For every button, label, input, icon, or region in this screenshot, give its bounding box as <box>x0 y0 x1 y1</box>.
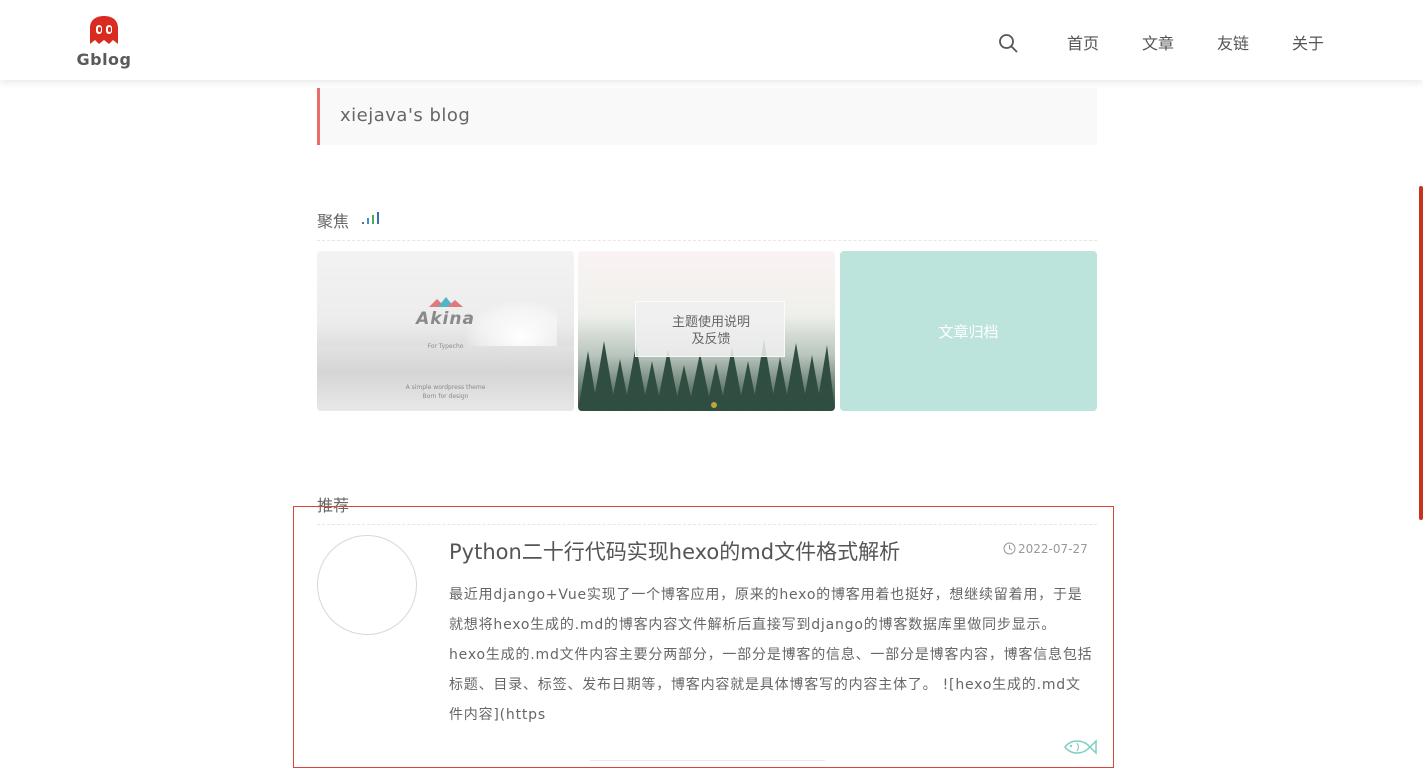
akina-footer-line2: Born for design <box>422 393 469 400</box>
theme-guide-label-line2: 及反馈 <box>691 332 731 347</box>
post-excerpt: 最近用django+Vue实现了一个博客应用，原来的hexo的博客用着也挺好，想… <box>449 587 1093 723</box>
site-description: xiejava's blog <box>340 105 471 126</box>
post-title[interactable]: Python二十行代码实现hexo的md文件格式解析 <box>449 536 900 566</box>
ghost-logo-icon <box>90 16 118 44</box>
nav-home[interactable]: 首页 <box>1067 30 1099 54</box>
nav-articles[interactable]: 文章 <box>1142 30 1174 54</box>
focus-section-header: 聚焦 <box>317 206 1097 241</box>
post-date-text: 2022-07-27 <box>1018 542 1088 556</box>
theme-guide-label-line1: 主题使用说明 <box>671 315 750 330</box>
post-thumbnail[interactable] <box>317 535 417 635</box>
nav-about[interactable]: 关于 <box>1292 30 1324 54</box>
nav-friend-links[interactable]: 友链 <box>1217 30 1249 54</box>
fish-icon[interactable] <box>1063 737 1097 757</box>
theme-guide-card[interactable]: 主题使用说明 及反馈 <box>578 251 835 411</box>
clock-icon <box>1003 542 1016 555</box>
post-date: 2022-07-27 <box>1003 542 1088 556</box>
akina-footer: A simple wordpress theme Born for design <box>317 383 574 401</box>
akina-card[interactable]: Akina For Typecho A simple wordpress the… <box>317 251 574 411</box>
akina-subtitle: For Typecho <box>427 343 464 350</box>
theme-guide-label-box: 主题使用说明 及反馈 <box>635 301 785 357</box>
site-logo[interactable]: Gblog <box>76 12 132 72</box>
archive-card-label: 文章归档 <box>938 323 999 341</box>
site-description-bar: xiejava's blog <box>317 88 1097 145</box>
focus-section-title: 聚焦 <box>317 212 350 231</box>
logo-text: Gblog <box>76 50 132 69</box>
akina-footer-line1: A simple wordpress theme <box>405 384 486 391</box>
scrollbar-thumb[interactable] <box>1419 186 1423 520</box>
sea-background <box>317 346 574 411</box>
akina-title: Akina <box>416 309 475 329</box>
bar-chart-icon <box>362 212 379 224</box>
search-icon[interactable] <box>997 32 1019 54</box>
theme-guide-label: 主题使用说明 及反馈 <box>636 314 786 348</box>
mountain-logo-icon <box>429 297 463 307</box>
post-divider <box>590 760 825 761</box>
archive-card[interactable]: 文章归档 <box>840 251 1097 411</box>
site-header: Gblog 首页 文章 友链 关于 <box>0 0 1423 80</box>
